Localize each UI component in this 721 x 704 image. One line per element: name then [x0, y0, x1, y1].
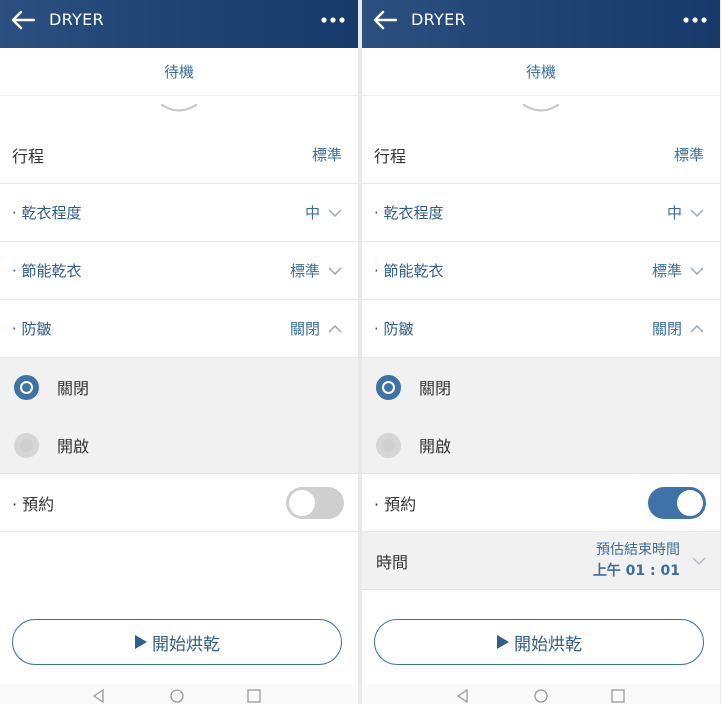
- eco-row[interactable]: · 節能乾衣 標準: [362, 242, 720, 300]
- eco-value: 標準: [651, 262, 682, 280]
- wrinkle-option-on[interactable]: 開啟: [0, 416, 358, 474]
- chevron-down-icon: [522, 103, 560, 112]
- radio-selected-icon[interactable]: [14, 374, 39, 400]
- chevron-down-icon: [692, 557, 706, 566]
- eco-row[interactable]: · 節能乾衣 標準: [0, 242, 358, 300]
- course-row[interactable]: 行程 標準: [362, 126, 720, 184]
- wrinkle-option-on[interactable]: 開啟: [362, 416, 720, 474]
- page-title: DRYER: [411, 10, 466, 29]
- machine-status: 待機: [362, 48, 720, 96]
- wrinkle-label: · 防皺: [12, 320, 52, 338]
- nav-back-icon[interactable]: [91, 688, 107, 704]
- course-row[interactable]: 行程 標準: [0, 126, 358, 184]
- option-label: 關閉: [57, 379, 90, 398]
- chevron-down-icon: [160, 103, 198, 112]
- system-nav-bar: [362, 684, 720, 704]
- dryer-screen-left: DRYER 待機 行程 標準 · 乾衣程度 中 · 節能乾衣 標準 · 防皺 關…: [0, 0, 358, 704]
- end-time-row[interactable]: 時間 預估結束時間 上午 01 : 01: [362, 532, 720, 590]
- course-label: 行程: [12, 146, 45, 166]
- chevron-up-icon: [328, 324, 342, 333]
- time-label: 時間: [376, 552, 409, 572]
- reserve-toggle[interactable]: [648, 486, 706, 519]
- dryness-label: · 乾衣程度: [12, 204, 82, 222]
- start-button-label: 開始烘乾: [514, 634, 582, 655]
- chevron-up-icon: [690, 324, 704, 333]
- wrinkle-option-off[interactable]: 關閉: [0, 358, 358, 416]
- nav-home-icon[interactable]: [533, 688, 549, 704]
- radio-unselected-icon[interactable]: [376, 432, 401, 458]
- option-label: 開啟: [57, 437, 90, 456]
- wrinkle-options: 關閉 開啟: [362, 358, 720, 474]
- dryness-label: · 乾衣程度: [374, 204, 444, 222]
- wrinkle-options: 關閉 開啟: [0, 358, 358, 474]
- toggle-knob: [677, 489, 703, 516]
- radio-selected-icon[interactable]: [376, 374, 401, 400]
- eco-label: · 節能乾衣: [12, 262, 82, 280]
- machine-status: 待機: [0, 48, 358, 96]
- course-value: 標準: [311, 146, 342, 164]
- wrinkle-row[interactable]: · 防皺 關閉: [0, 300, 358, 358]
- option-label: 關閉: [419, 379, 452, 398]
- wrinkle-value: 關閉: [289, 320, 320, 338]
- dryer-screen-right: DRYER 待機 行程 標準 · 乾衣程度 中 · 節能乾衣 標準 · 防皺 關…: [362, 0, 720, 704]
- dryness-value: 中: [304, 204, 320, 222]
- reserve-label: · 預約: [12, 494, 55, 514]
- play-icon: [135, 635, 147, 649]
- toggle-knob: [289, 489, 315, 516]
- estimated-end-time: 上午 01 : 01: [592, 562, 680, 579]
- chevron-down-icon: [690, 266, 704, 275]
- wrinkle-option-off[interactable]: 關閉: [362, 358, 720, 416]
- nav-recents-icon[interactable]: [610, 688, 626, 704]
- chevron-down-icon: [328, 266, 342, 275]
- dryness-row[interactable]: · 乾衣程度 中: [362, 184, 720, 242]
- system-nav-bar: [0, 684, 358, 704]
- back-arrow-icon[interactable]: [10, 9, 36, 31]
- chevron-down-icon: [328, 208, 342, 217]
- reserve-row: · 預約: [362, 474, 720, 532]
- start-drying-button[interactable]: 開始烘乾: [374, 619, 704, 665]
- page-title: DRYER: [49, 10, 104, 29]
- chevron-down-icon: [690, 208, 704, 217]
- wrinkle-label: · 防皺: [374, 320, 414, 338]
- course-label: 行程: [374, 146, 407, 166]
- play-icon: [497, 635, 509, 649]
- start-drying-button[interactable]: 開始烘乾: [12, 619, 342, 665]
- nav-home-icon[interactable]: [169, 688, 185, 704]
- nav-back-icon[interactable]: [455, 688, 471, 704]
- screenshot-root: DRYER 待機 行程 標準 · 乾衣程度 中 · 節能乾衣 標準 · 防皺 關…: [0, 0, 721, 704]
- nav-recents-icon[interactable]: [246, 688, 262, 704]
- app-header: DRYER: [362, 0, 720, 48]
- eco-value: 標準: [289, 262, 320, 280]
- reserve-label: · 預約: [374, 494, 417, 514]
- course-value: 標準: [673, 146, 704, 164]
- wrinkle-value: 關閉: [651, 320, 682, 338]
- more-icon[interactable]: [320, 8, 346, 30]
- wrinkle-row[interactable]: · 防皺 關閉: [362, 300, 720, 358]
- end-time-values: 預估結束時間 上午 01 : 01: [593, 540, 680, 582]
- collapse-handle[interactable]: [0, 96, 358, 126]
- collapse-handle[interactable]: [362, 96, 720, 126]
- option-label: 開啟: [419, 437, 452, 456]
- radio-unselected-icon[interactable]: [14, 432, 39, 458]
- dryness-value: 中: [666, 204, 682, 222]
- reserve-toggle[interactable]: [286, 486, 344, 519]
- app-header: DRYER: [0, 0, 358, 48]
- reserve-row: · 預約: [0, 474, 358, 532]
- back-arrow-icon[interactable]: [372, 9, 398, 31]
- dryness-row[interactable]: · 乾衣程度 中: [0, 184, 358, 242]
- eco-label: · 節能乾衣: [374, 262, 444, 280]
- start-button-label: 開始烘乾: [152, 634, 220, 655]
- estimated-end-label: 預估結束時間: [596, 541, 680, 558]
- more-icon[interactable]: [682, 8, 708, 30]
